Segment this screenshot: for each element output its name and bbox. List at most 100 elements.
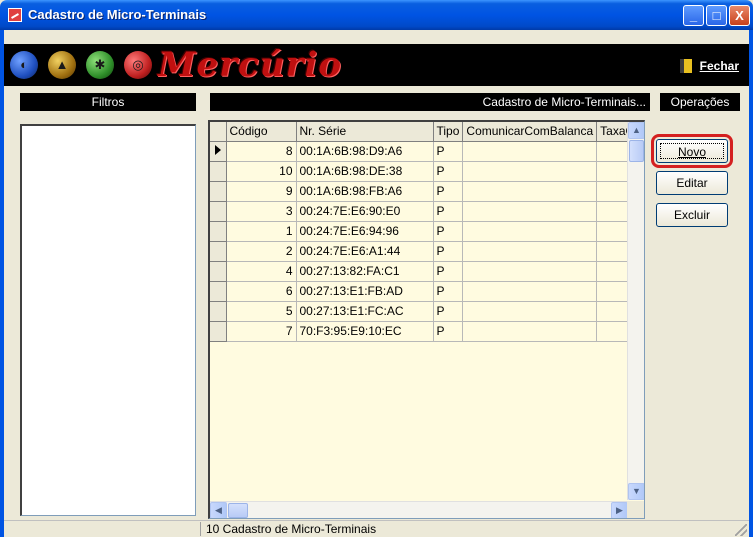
cell-comunicar[interactable] (462, 281, 598, 302)
cell-comunicar[interactable] (462, 161, 598, 182)
scroll-down-icon[interactable]: ▼ (628, 483, 644, 500)
fechar-label: Fechar (699, 58, 739, 73)
cell-comunicar[interactable] (462, 321, 598, 342)
vertical-scrollbar[interactable]: ▲ ▼ (627, 122, 644, 500)
table-row[interactable]: 6 00:27:13:E1:FB:AD P (210, 281, 639, 302)
cell-serie[interactable]: 00:1A:6B:98:FB:A6 (296, 181, 434, 202)
cell-comunicar[interactable] (462, 301, 598, 322)
cadastro-header: Cadastro de Micro-Terminais... (210, 93, 650, 111)
cell-serie[interactable]: 00:24:7E:E6:A1:44 (296, 241, 434, 262)
grid-header-row: Código Nr. Série Tipo ComunicarComBalanc… (210, 122, 639, 142)
cell-serie[interactable]: 70:F3:95:E9:10:EC (296, 321, 434, 342)
cell-codigo[interactable]: 4 (226, 261, 297, 282)
cell-tipo[interactable]: P (433, 241, 464, 262)
blue-ball-icon[interactable]: ◐ (10, 51, 38, 79)
excluir-button[interactable]: Excluir (656, 203, 728, 227)
cell-comunicar[interactable] (462, 181, 598, 202)
cell-tipo[interactable]: P (433, 181, 464, 202)
cell-codigo[interactable]: 7 (226, 321, 297, 342)
col-comunicar-header[interactable]: ComunicarComBalanca (462, 122, 598, 142)
terminais-grid[interactable]: Código Nr. Série Tipo ComunicarComBalanc… (208, 120, 645, 519)
col-codigo-header[interactable]: Código (226, 122, 297, 142)
editar-button[interactable]: Editar (656, 171, 728, 195)
cell-serie[interactable]: 00:24:7E:E6:90:E0 (296, 201, 434, 222)
scrollbar-corner (627, 501, 644, 518)
grid-table: Código Nr. Série Tipo ComunicarComBalanc… (210, 122, 639, 342)
cell-comunicar[interactable] (462, 141, 598, 162)
cell-comunicar[interactable] (462, 221, 598, 242)
minimize-button[interactable]: _ (683, 5, 704, 26)
maximize-button[interactable]: □ (706, 5, 727, 26)
row-indicator[interactable] (210, 321, 227, 342)
cell-tipo[interactable]: P (433, 141, 464, 162)
row-indicator[interactable] (210, 161, 227, 182)
cell-tipo[interactable]: P (433, 281, 464, 302)
horizontal-scroll-thumb[interactable] (228, 503, 248, 518)
cell-tipo[interactable]: P (433, 301, 464, 322)
status-divider (200, 522, 201, 536)
cell-tipo[interactable]: P (433, 261, 464, 282)
cell-tipo[interactable]: P (433, 221, 464, 242)
cell-codigo[interactable]: 1 (226, 221, 297, 242)
window-frame-right (749, 30, 753, 537)
current-row-arrow-icon (214, 145, 221, 155)
green-ball-icon[interactable]: ✱ (86, 51, 114, 79)
red-ball-icon[interactable]: ◎ (124, 51, 152, 79)
table-row[interactable]: 2 00:24:7E:E6:A1:44 P (210, 241, 639, 262)
cell-tipo[interactable]: P (433, 321, 464, 342)
horizontal-scrollbar[interactable]: ◀ ▶ (210, 501, 628, 518)
row-indicator[interactable] (210, 261, 227, 282)
cell-codigo[interactable]: 8 (226, 141, 297, 162)
cell-comunicar[interactable] (462, 261, 598, 282)
cell-codigo[interactable]: 2 (226, 241, 297, 262)
col-serie-header[interactable]: Nr. Série (296, 122, 434, 142)
cell-serie[interactable]: 00:1A:6B:98:DE:38 (296, 161, 434, 182)
table-row[interactable]: 3 00:24:7E:E6:90:E0 P (210, 201, 639, 222)
row-indicator[interactable] (210, 181, 227, 202)
fechar-button[interactable]: Fechar (679, 58, 739, 73)
filtros-panel[interactable] (20, 124, 196, 516)
cell-serie[interactable]: 00:27:13:82:FA:C1 (296, 261, 434, 282)
row-indicator[interactable] (210, 141, 227, 162)
table-row[interactable]: 4 00:27:13:82:FA:C1 P (210, 261, 639, 282)
table-row[interactable]: 7 70:F3:95:E9:10:EC P (210, 321, 639, 342)
scroll-right-icon[interactable]: ▶ (611, 502, 628, 518)
cell-comunicar[interactable] (462, 241, 598, 262)
cell-tipo[interactable]: P (433, 161, 464, 182)
row-indicator[interactable] (210, 201, 227, 222)
close-button[interactable]: X (729, 5, 750, 26)
resize-grip-icon[interactable] (735, 524, 747, 536)
novo-button[interactable]: Novo (651, 134, 733, 168)
row-indicator[interactable] (210, 241, 227, 262)
operacoes-header: Operações (660, 93, 740, 111)
cell-serie[interactable]: 00:27:13:E1:FB:AD (296, 281, 434, 302)
cell-codigo[interactable]: 9 (226, 181, 297, 202)
table-row[interactable]: 5 00:27:13:E1:FC:AC P (210, 301, 639, 322)
cell-codigo[interactable]: 3 (226, 201, 297, 222)
filtros-header: Filtros (20, 93, 196, 111)
cell-serie[interactable]: 00:27:13:E1:FC:AC (296, 301, 434, 322)
cell-tipo[interactable]: P (433, 201, 464, 222)
cell-codigo[interactable]: 5 (226, 301, 297, 322)
table-row[interactable]: 1 00:24:7E:E6:94:96 P (210, 221, 639, 242)
row-indicator[interactable] (210, 221, 227, 242)
title-bar[interactable]: Cadastro de Micro-Terminais _ □ X (0, 0, 753, 30)
col-tipo-header[interactable]: Tipo (433, 122, 464, 142)
scroll-up-icon[interactable]: ▲ (628, 122, 644, 139)
vertical-scroll-thumb[interactable] (629, 140, 644, 162)
cell-codigo[interactable]: 6 (226, 281, 297, 302)
row-indicator-header (210, 122, 227, 142)
row-indicator[interactable] (210, 281, 227, 302)
table-row[interactable]: 10 00:1A:6B:98:DE:38 P (210, 161, 639, 182)
scroll-left-icon[interactable]: ◀ (210, 502, 227, 518)
yellow-ball-icon[interactable]: ▲ (48, 51, 76, 79)
table-row[interactable]: 9 00:1A:6B:98:FB:A6 P (210, 181, 639, 202)
cell-comunicar[interactable] (462, 201, 598, 222)
table-row[interactable]: 8 00:1A:6B:98:D9:A6 P (210, 141, 639, 162)
cell-codigo[interactable]: 10 (226, 161, 297, 182)
cell-serie[interactable]: 00:1A:6B:98:D9:A6 (296, 141, 434, 162)
cell-serie[interactable]: 00:24:7E:E6:94:96 (296, 221, 434, 242)
row-indicator[interactable] (210, 301, 227, 322)
status-text: 10 Cadastro de Micro-Terminais (206, 522, 377, 536)
window-frame-left (0, 30, 4, 537)
